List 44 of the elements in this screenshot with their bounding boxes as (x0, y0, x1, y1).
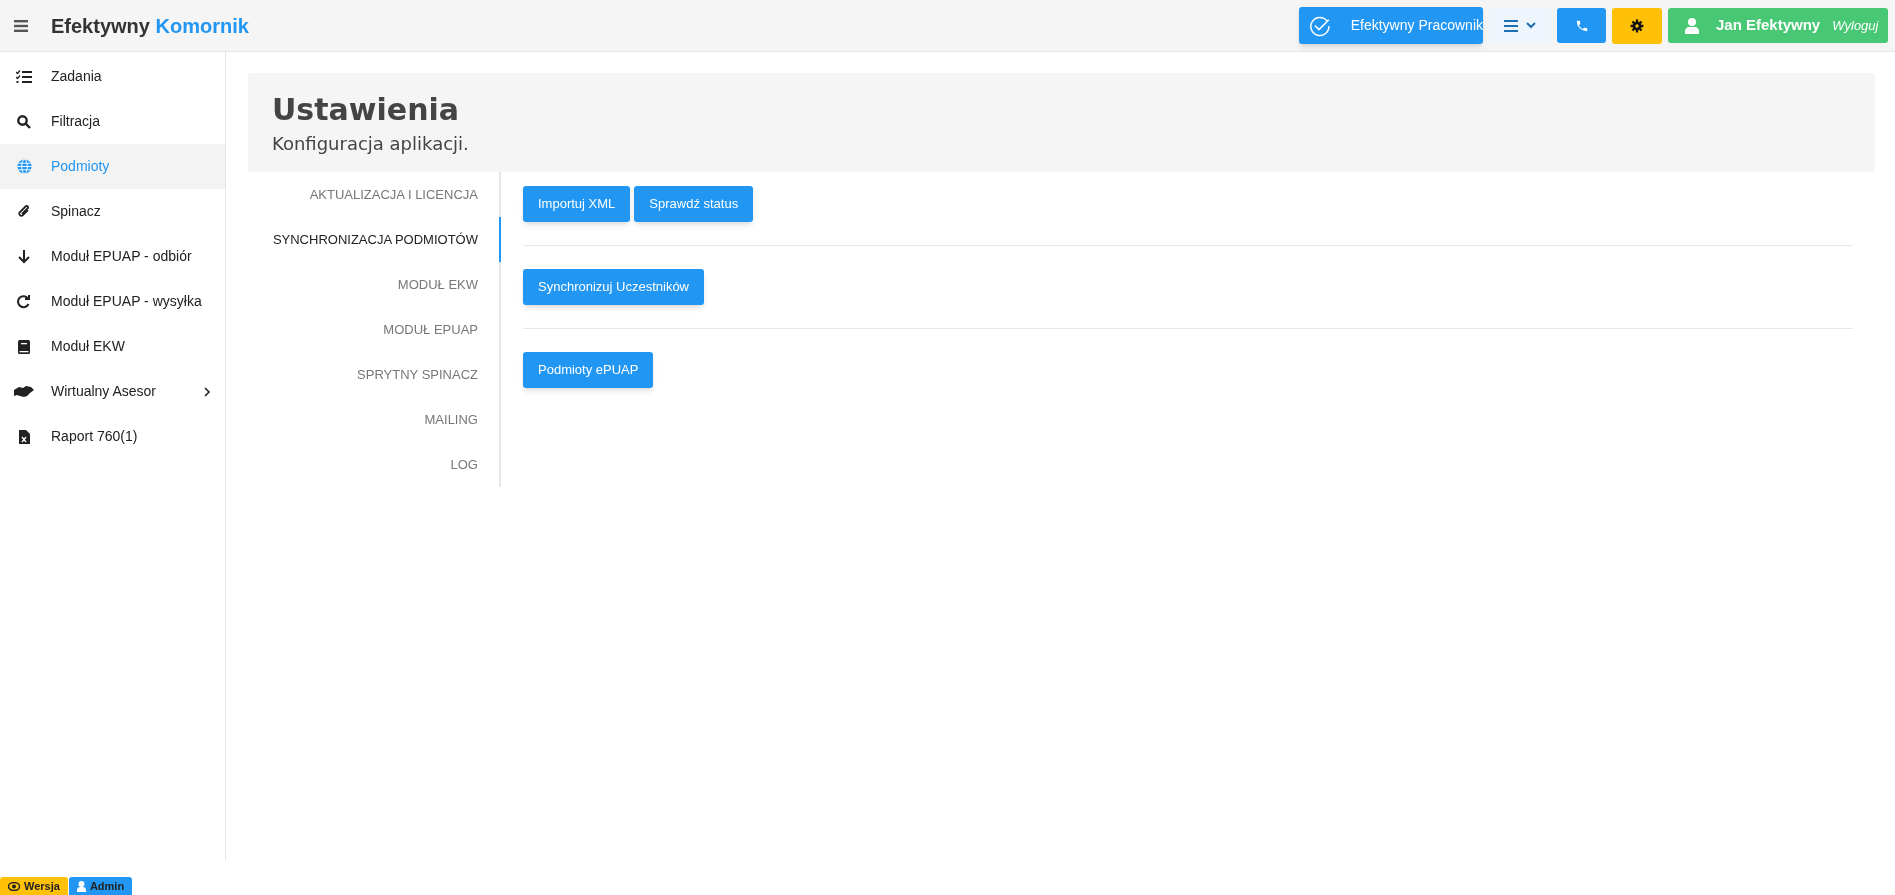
chevron-down-icon (1526, 22, 1536, 29)
worker-button[interactable]: Efektywny Pracownik (1299, 7, 1483, 44)
sidebar-item[interactable]: Moduł EPUAP - odbiór (0, 234, 225, 279)
settings-tab[interactable]: SPRYTNY SPINACZ (248, 352, 501, 397)
settings-tab[interactable]: AKTUALIZACJA I LICENCJA (248, 172, 501, 217)
sidebar-item[interactable]: Moduł EKW (0, 324, 225, 369)
settings-tab[interactable]: MAILING (248, 397, 501, 442)
action-button[interactable]: Synchronizuj Uczestników (523, 269, 704, 305)
footer-badge: Admin (68, 877, 133, 895)
page-subtitle: Konfiguracja aplikacji. (272, 132, 470, 156)
excel-file-icon (18, 429, 30, 444)
sidebar-item[interactable]: Raport 760(1) (0, 414, 225, 459)
settings-tab[interactable]: MODUŁ EPUAP (248, 307, 501, 352)
dropdown-menu-button[interactable] (1489, 7, 1551, 44)
app-title: Efektywny Komornik (51, 13, 249, 39)
settings-tab[interactable]: MODUŁ EKW (248, 262, 501, 307)
eye-icon (8, 881, 20, 891)
paperclip-icon (17, 204, 31, 219)
action-button[interactable]: Sprawdź status (634, 186, 754, 222)
phone-icon (1574, 18, 1589, 33)
page-title: Ustawienia (272, 91, 461, 129)
settings-icon (1630, 18, 1644, 33)
search-icon (17, 114, 31, 129)
sidebar-item[interactable]: Filtracja (0, 99, 225, 144)
settings-tab[interactable]: LOG (248, 442, 501, 487)
sidebar-item[interactable]: Moduł EPUAP - wysyłka (0, 279, 225, 324)
action-button[interactable]: Podmioty ePUAP (523, 352, 654, 388)
user-icon (1685, 17, 1699, 34)
settings-tab[interactable]: SYNCHRONIZACJA PODMIOTÓW (248, 217, 501, 262)
action-button[interactable]: Importuj XML (523, 186, 631, 222)
sidebar-item[interactable]: Wirtualny Asesor (0, 369, 225, 414)
globe-icon (16, 159, 32, 174)
checklist-icon (16, 69, 32, 84)
settings-button[interactable] (1612, 7, 1662, 44)
user-icon (76, 880, 86, 892)
footer-badge: Wersja (0, 877, 68, 895)
list-icon (1504, 19, 1518, 32)
book-icon (18, 339, 30, 354)
sidebar-item[interactable]: Zadania (0, 54, 225, 99)
menu-icon[interactable] (14, 19, 28, 32)
arrow-down-icon (18, 249, 30, 264)
sidebar-item[interactable]: Spinacz (0, 189, 225, 234)
sidebar-item[interactable]: Podmioty (0, 144, 225, 189)
redo-icon (17, 294, 31, 309)
